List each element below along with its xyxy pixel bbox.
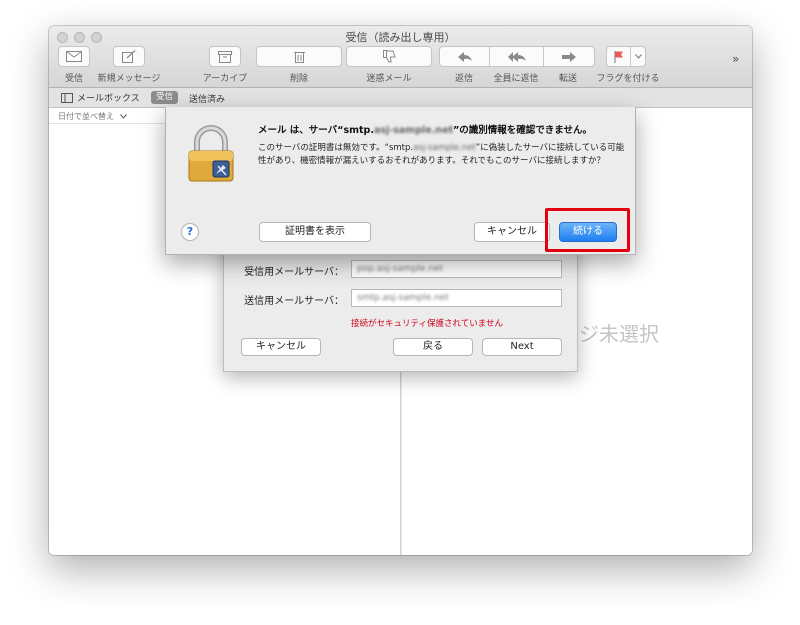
thumbs-down-icon: [382, 50, 396, 63]
chevron-down-icon: [119, 114, 127, 119]
forward-button[interactable]: [544, 47, 594, 66]
reply-button[interactable]: [440, 47, 490, 66]
toolbar: 受信（読み出し専用） 受信 新規メッセージ アーカイブ 削除 迷惑メール 返信 …: [49, 26, 752, 88]
outgoing-server-field[interactable]: smtp.asj-sample.net: [351, 289, 562, 307]
setup-next-button[interactable]: Next: [482, 338, 562, 356]
delete-label: 削除: [289, 74, 308, 84]
incoming-server-value: pop.asj-sample.net: [357, 264, 444, 274]
archive-label: アーカイブ: [202, 74, 248, 84]
favorite-sent[interactable]: 送信済み: [189, 92, 225, 105]
alert-cancel-button[interactable]: キャンセル: [474, 222, 550, 242]
alert-body-part1: このサーバの証明書は無効です。“smtp.: [258, 143, 414, 153]
toolbar-overflow-button[interactable]: »: [732, 52, 739, 66]
flag-button-main[interactable]: [607, 47, 632, 66]
flag-label: フラグを付ける: [596, 74, 660, 84]
junk-label: 迷惑メール: [366, 74, 412, 84]
outgoing-server-label: 送信用メールサーバ：: [244, 296, 344, 307]
alert-title-redacted: asj-sample.net: [373, 125, 454, 136]
sidebar-icon: [61, 92, 73, 103]
reply-label: 返信: [454, 74, 473, 84]
flag-button[interactable]: [606, 46, 646, 67]
trash-icon: [293, 52, 305, 63]
archive-button[interactable]: [209, 46, 241, 67]
alert-title-suffix: ”の識別情報を確認できません。: [453, 125, 593, 136]
show-certificate-button[interactable]: 証明書を表示: [259, 222, 371, 242]
chevron-down-icon: [634, 54, 642, 59]
delete-button[interactable]: [256, 46, 342, 67]
setup-back-button[interactable]: 戻る: [393, 338, 473, 356]
envelope-icon: [66, 51, 82, 62]
flag-menu-button[interactable]: [631, 47, 645, 66]
incoming-server-field[interactable]: pop.asj-sample.net: [351, 260, 562, 278]
new-message-button[interactable]: [113, 46, 145, 67]
continue-highlight-box: [545, 208, 630, 252]
lock-icon: [185, 123, 237, 187]
favorite-inbox[interactable]: 受信: [151, 91, 179, 104]
alert-body-redacted: asj-sample.net: [413, 143, 476, 153]
forward-label: 転送: [558, 74, 577, 84]
help-button[interactable]: ?: [181, 223, 199, 241]
certificate-alert: メール は、サーバ“smtp.asj-sample.net”の識別情報を確認でき…: [165, 107, 636, 255]
outgoing-server-value: smtp.asj-sample.net: [357, 293, 449, 303]
favorites-bar: メールボックス 受信 送信済み: [49, 88, 752, 108]
reply-group: [439, 46, 595, 67]
archive-icon: [218, 50, 232, 63]
new-message-label: 新規メッセージ: [97, 74, 161, 84]
reply-all-label: 全員に返信: [493, 74, 539, 84]
flag-icon: [614, 50, 623, 63]
sort-label: 日付で並べ替え: [58, 112, 114, 121]
receive-label: 受信: [64, 74, 83, 84]
alert-title: メール は、サーバ“smtp.asj-sample.net”の識別情報を確認でき…: [258, 122, 628, 136]
no-message-selected-text: ジ未選択: [579, 322, 659, 346]
mailboxes-label: メールボックス: [77, 94, 140, 104]
compose-icon: [122, 50, 136, 63]
receive-button[interactable]: [58, 46, 90, 67]
reply-all-icon: [507, 51, 526, 62]
reply-icon: [457, 51, 472, 62]
window-title: 受信（読み出し専用）: [345, 31, 456, 44]
junk-button[interactable]: [346, 46, 432, 67]
security-warning: 接続がセキュリティ保護されていません: [351, 319, 503, 329]
mail-window: 受信（読み出し専用） 受信 新規メッセージ アーカイブ 削除 迷惑メール 返信 …: [49, 26, 752, 555]
setup-cancel-button[interactable]: キャンセル: [241, 338, 321, 356]
forward-icon: [562, 51, 576, 62]
alert-title-prefix: メール は、サーバ“smtp.: [258, 125, 374, 136]
mailboxes-button[interactable]: メールボックス: [61, 91, 140, 104]
alert-message: このサーバの証明書は無効です。“smtp.asj-sample.net”に偽装し…: [258, 142, 628, 168]
reply-all-button[interactable]: [490, 47, 544, 66]
incoming-server-label: 受信用メールサーバ：: [244, 267, 344, 278]
